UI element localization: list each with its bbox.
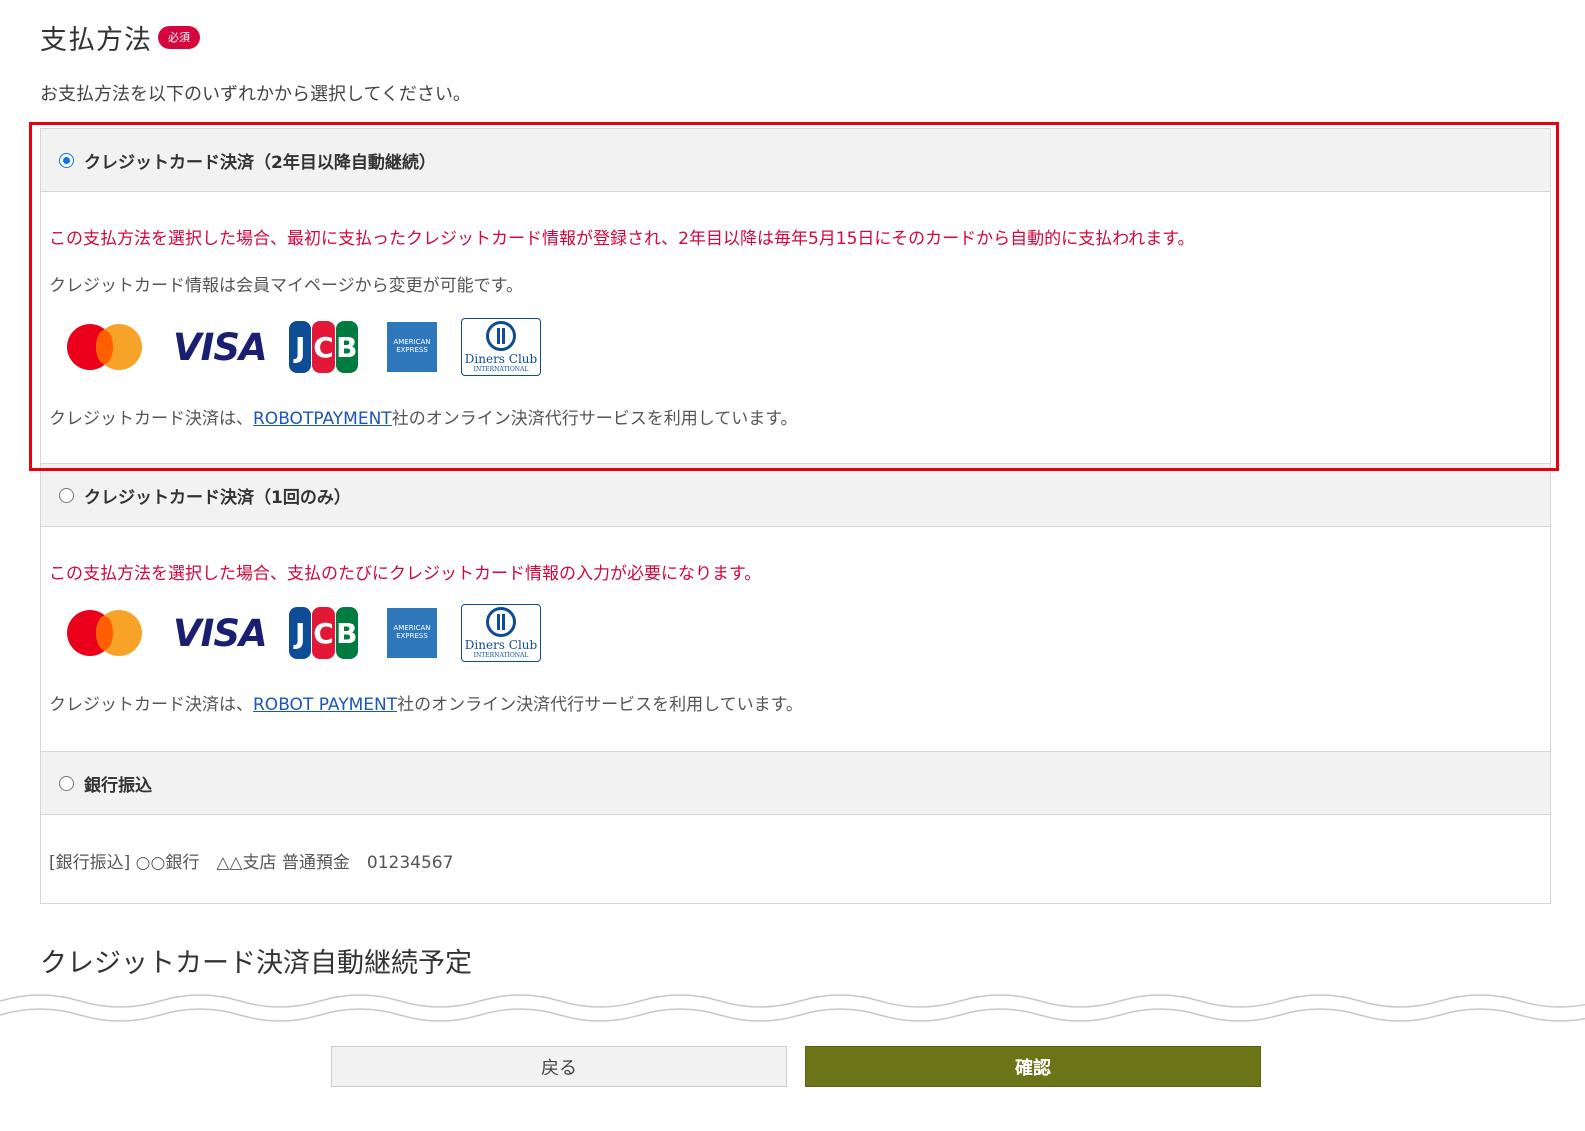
warning-note: この支払方法を選択した場合、支払のたびにクレジットカード情報の入力が必要になりま… bbox=[49, 564, 762, 584]
jcb-logo: JCB bbox=[289, 321, 359, 373]
diners-logo: Diners Club INTERNATIONAL bbox=[461, 318, 541, 376]
card-brand-logos: VISA JCB AMERICAN EXPRESS Diners Club INTE… bbox=[49, 598, 1542, 668]
payment-options: クレジットカード決済（2年目以降自動継続） この支払方法を選択した場合、最初に支… bbox=[40, 128, 1551, 904]
visa-logo: VISA bbox=[173, 611, 268, 655]
option-label[interactable]: クレジットカード決済（2年目以降自動継続） bbox=[84, 148, 436, 173]
mastercard-logo bbox=[67, 322, 143, 372]
card-brand-logos: VISA JCB AMERICAN EXPRESS Diners Club INTE… bbox=[49, 312, 1542, 382]
section-title: 支払方法 bbox=[40, 25, 152, 56]
section-header: 支払方法 必須 bbox=[40, 18, 200, 57]
jcb-logo: JCB bbox=[289, 607, 359, 659]
radio-onetime[interactable] bbox=[59, 487, 74, 503]
radio-autorenew[interactable] bbox=[59, 152, 74, 168]
warning-note: この支払方法を選択した場合、最初に支払ったクレジットカード情報が登録され、2年目… bbox=[49, 229, 1195, 249]
service-note: クレジットカード決済は、ROBOT PAYMENT社のオンライン決済代行サービス… bbox=[49, 695, 803, 715]
radio-bank-transfer[interactable] bbox=[59, 775, 74, 791]
option-onetime-body: この支払方法を選択した場合、支払のたびにクレジットカード情報の入力が必要になりま… bbox=[41, 527, 1550, 751]
bank-info: [銀行振込] ○○銀行 △△支店 普通預金 01234567 bbox=[49, 853, 454, 873]
page-break-wave bbox=[0, 994, 1585, 1025]
diners-logo: Diners Club INTERNATIONAL bbox=[461, 604, 541, 662]
info-note: クレジットカード情報は会員マイページから変更が可能です。 bbox=[49, 276, 523, 296]
visa-logo: VISA bbox=[173, 325, 268, 369]
amex-logo: AMERICAN EXPRESS bbox=[387, 608, 437, 658]
required-badge: 必須 bbox=[158, 26, 200, 49]
mastercard-logo bbox=[67, 608, 143, 658]
option-label[interactable]: 銀行振込 bbox=[84, 771, 152, 796]
option-autorenew-header[interactable]: クレジットカード決済（2年目以降自動継続） bbox=[41, 128, 1550, 192]
confirm-button[interactable]: 確認 bbox=[805, 1046, 1261, 1087]
option-label[interactable]: クレジットカード決済（1回のみ） bbox=[84, 483, 351, 508]
service-note: クレジットカード決済は、ROBOTPAYMENT社のオンライン決済代行サービスを… bbox=[49, 409, 798, 429]
robotpayment-link[interactable]: ROBOTPAYMENT bbox=[253, 409, 392, 429]
back-button[interactable]: 戻る bbox=[331, 1046, 787, 1087]
amex-logo: AMERICAN EXPRESS bbox=[387, 322, 437, 372]
intro-text: お支払方法を以下のいずれかから選択してください。 bbox=[40, 84, 471, 105]
option-autorenew-body: この支払方法を選択した場合、最初に支払ったクレジットカード情報が登録され、2年目… bbox=[41, 192, 1550, 463]
option-onetime-header[interactable]: クレジットカード決済（1回のみ） bbox=[41, 463, 1550, 527]
next-section-title: クレジットカード決済自動継続予定 bbox=[40, 948, 472, 979]
option-bank-header[interactable]: 銀行振込 bbox=[41, 751, 1550, 815]
option-bank-body: [銀行振込] ○○銀行 △△支店 普通預金 01234567 bbox=[41, 815, 1550, 903]
robotpayment-link[interactable]: ROBOT PAYMENT bbox=[253, 695, 397, 715]
